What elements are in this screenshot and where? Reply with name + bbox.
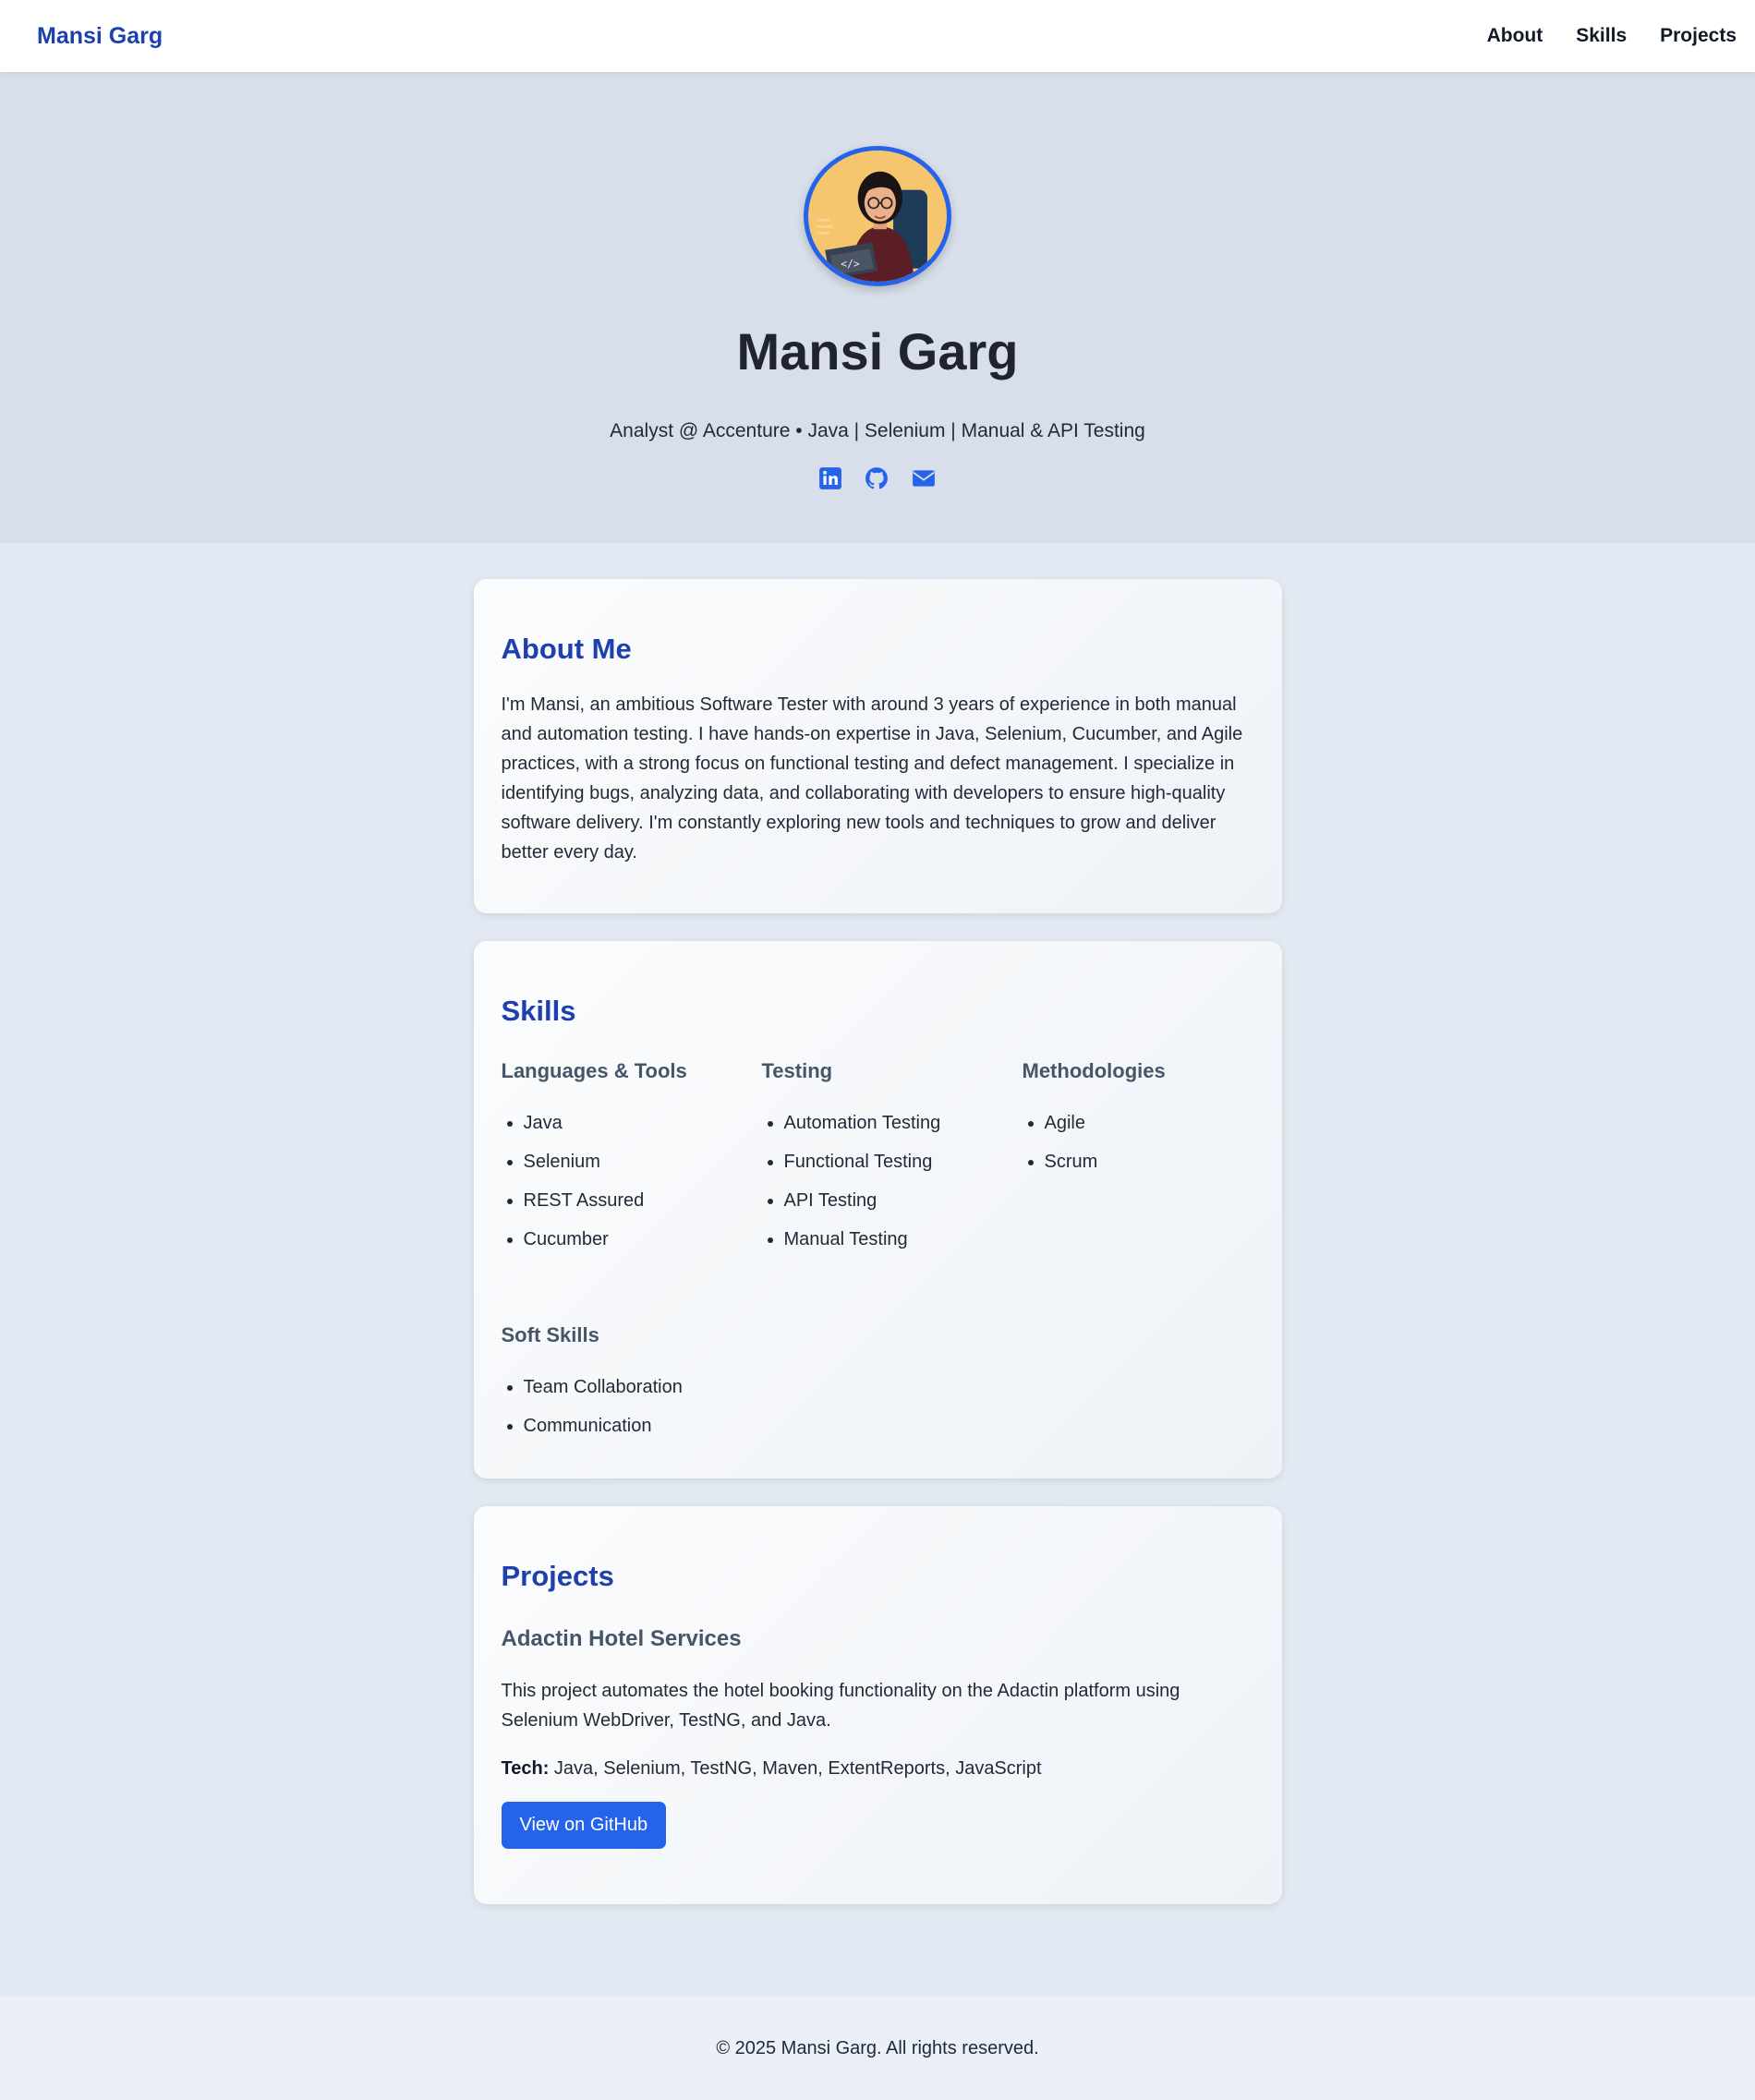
nav-link-projects[interactable]: Projects: [1660, 25, 1737, 47]
list-item: Manual Testing: [784, 1220, 1023, 1259]
list-item: Java: [524, 1104, 762, 1142]
avatar: </>: [804, 146, 951, 286]
footer-text: © 2025 Mansi Garg. All rights reserved.: [716, 2037, 1039, 2058]
email-link[interactable]: [911, 466, 937, 490]
skills-title: Skills: [501, 995, 576, 1027]
view-on-github-button[interactable]: View on GitHub: [501, 1802, 667, 1849]
about-card: About Me I'm Mansi, an ambitious Softwar…: [473, 579, 1282, 913]
svg-text:</>: </>: [841, 257, 860, 270]
list-item: Team Collaboration: [524, 1368, 762, 1406]
github-icon: [865, 467, 888, 489]
skill-group-soft-skills: Soft Skills Team Collaboration Communica…: [502, 1323, 762, 1445]
github-link[interactable]: [865, 466, 889, 490]
nav-link-about[interactable]: About: [1487, 25, 1543, 47]
project-tech-list: Java, Selenium, TestNG, Maven, ExtentRep…: [553, 1758, 1042, 1779]
skill-group-title: Testing: [761, 1059, 833, 1082]
brand-logo[interactable]: Mansi Garg: [37, 23, 163, 50]
skill-group-title: Languages & Tools: [501, 1059, 687, 1082]
nav-link-skills[interactable]: Skills: [1576, 25, 1627, 47]
projects-card: Projects Adactin Hotel Services This pro…: [473, 1506, 1282, 1904]
list-item: Scrum: [1045, 1142, 1254, 1181]
skills-grid: Languages & Tools Java Selenium REST Ass…: [502, 1059, 1254, 1445]
list-item: REST Assured: [524, 1181, 762, 1220]
main-content: About Me I'm Mansi, an ambitious Softwar…: [0, 543, 1755, 1932]
list-item: Communication: [524, 1406, 762, 1445]
list-item: Agile: [1045, 1104, 1254, 1142]
project-title: Adactin Hotel Services: [501, 1626, 742, 1651]
linkedin-link[interactable]: [818, 466, 842, 490]
linkedin-icon: [819, 467, 841, 489]
email-icon: [913, 470, 935, 487]
nav-links: About Skills Projects: [1487, 25, 1737, 47]
hero-name: Mansi Garg: [736, 322, 1019, 380]
project-description: This project automates the hotel booking…: [501, 1681, 1180, 1731]
skill-group-methodologies: Methodologies Agile Scrum: [1023, 1059, 1254, 1259]
top-nav: Mansi Garg About Skills Projects: [0, 0, 1755, 72]
projects-title: Projects: [501, 1560, 614, 1592]
list-item: Cucumber: [524, 1220, 762, 1259]
about-text: I'm Mansi, an ambitious Software Tester …: [501, 694, 1243, 863]
list-item: Automation Testing: [784, 1104, 1023, 1142]
list-item: Functional Testing: [784, 1142, 1023, 1181]
project-tech: Tech: Java, Selenium, TestNG, Maven, Ext…: [502, 1754, 1254, 1783]
list-item: Selenium: [524, 1142, 762, 1181]
project-tech-label: Tech:: [501, 1758, 550, 1779]
social-links: [818, 466, 937, 490]
skill-group-title: Methodologies: [1022, 1059, 1166, 1082]
skills-card: Skills Languages & Tools Java Selenium R…: [473, 941, 1282, 1478]
hero-section: </> Mansi Garg Analyst @ Accenture • Jav…: [0, 72, 1755, 543]
skill-group-testing: Testing Automation Testing Functional Te…: [762, 1059, 1023, 1259]
avatar-illustration: </>: [812, 151, 943, 282]
about-title: About Me: [501, 633, 632, 665]
skill-group-title: Soft Skills: [501, 1323, 599, 1346]
hero-tagline: Analyst @ Accenture • Java | Selenium | …: [610, 420, 1145, 441]
skill-group-languages-tools: Languages & Tools Java Selenium REST Ass…: [502, 1059, 762, 1259]
footer: © 2025 Mansi Garg. All rights reserved.: [0, 1997, 1755, 2100]
list-item: API Testing: [784, 1181, 1023, 1220]
